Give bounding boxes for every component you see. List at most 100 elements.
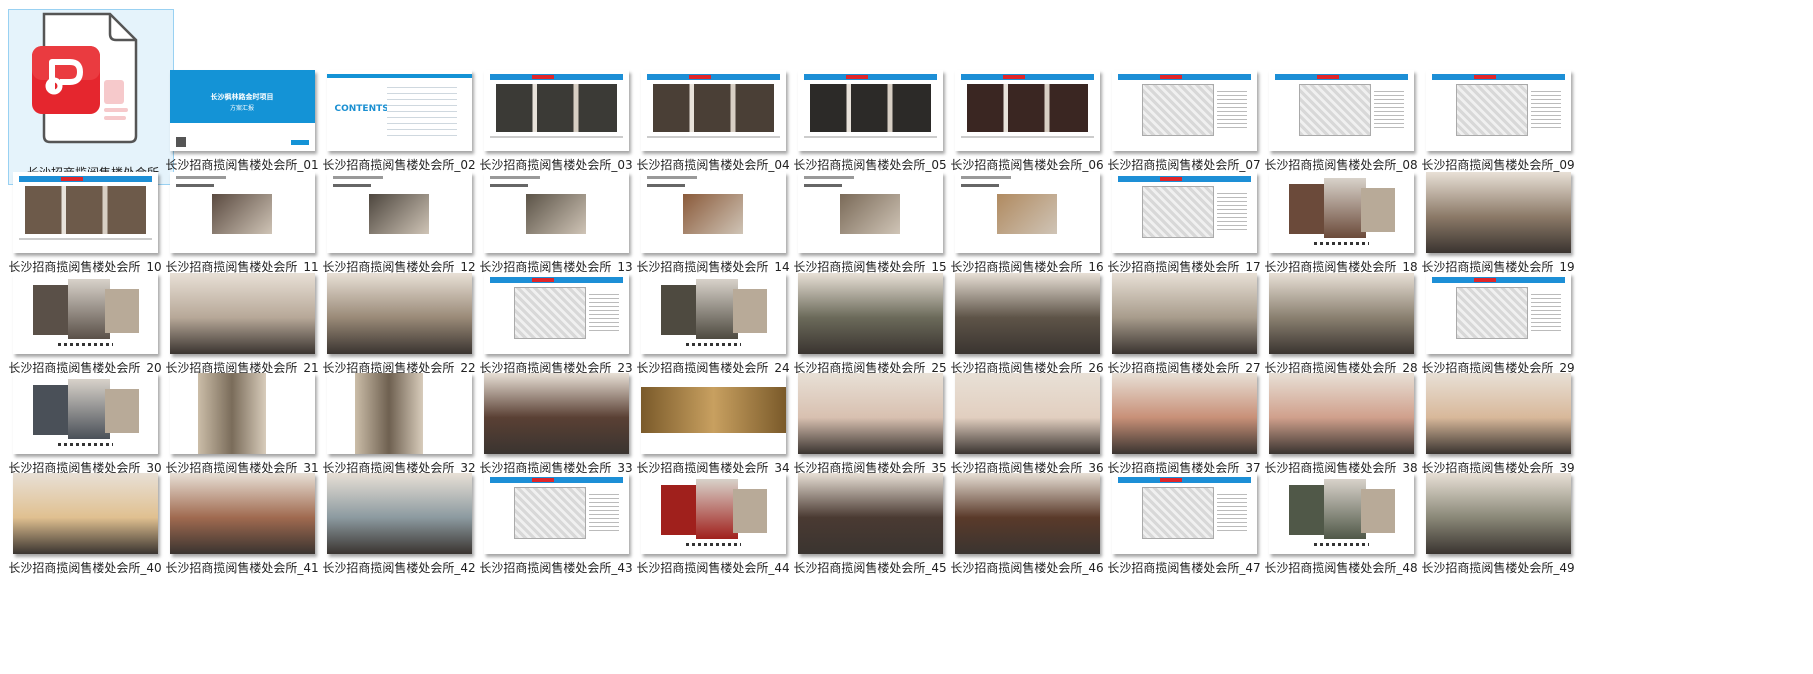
file-thumbnail-item[interactable]: 长沙招商揽阅售楼处会所_26	[949, 259, 1105, 375]
thumbnail-photo	[169, 473, 315, 554]
file-thumbnail-item[interactable]: CONTENTS 长沙招商揽阅售楼处会所_02	[321, 56, 477, 172]
file-thumbnail-item[interactable]: 长沙招商揽阅售楼处会所_40	[7, 459, 163, 575]
file-thumbnail-item[interactable]: 长沙招商揽阅售楼处会所_11	[164, 158, 320, 274]
thumbnail-photo	[652, 84, 774, 132]
file-thumbnail-item[interactable]: 长沙招商揽阅售楼处会所_49	[1420, 459, 1576, 575]
thumbnail-photo	[67, 279, 110, 339]
file-thumbnail-item[interactable]: 长沙招商揽阅售楼处会所_12	[321, 158, 477, 274]
file-name: 长沙招商揽阅售楼处会所_43	[479, 561, 633, 575]
thumbnail-photo	[954, 273, 1100, 354]
thumbnail-photo	[1111, 273, 1257, 354]
file-thumbnail-item[interactable]: 长沙招商揽阅售楼处会所_42	[321, 459, 477, 575]
thumbnail-photo	[695, 279, 738, 339]
thumbnail-photo	[326, 273, 472, 354]
file-thumbnail-item[interactable]: 长沙招商揽阅售楼处会所_32	[321, 359, 477, 475]
thumbnail-header-mark	[1316, 75, 1339, 79]
thumbnail-frame	[478, 56, 634, 151]
file-thumbnail-item[interactable]: 长沙招商揽阅售楼处会所_28	[1263, 259, 1419, 375]
thumbnail-photo	[12, 473, 158, 554]
file-thumbnail-item[interactable]: 长沙招商揽阅售楼处会所_04	[635, 56, 791, 172]
file-thumbnail-item[interactable]: 长沙招商揽阅售楼处会所_44	[635, 459, 791, 575]
thumbnail-header-bar	[1117, 74, 1251, 80]
thumbnail-frame	[321, 459, 477, 554]
thumbnail-photo	[996, 194, 1057, 234]
file-thumbnail-item[interactable]: 长沙招商揽阅售楼处会所_20	[7, 259, 163, 375]
file-thumbnail-item[interactable]: 长沙招商揽阅售楼处会所_16	[949, 158, 1105, 274]
file-thumbnail-item[interactable]: 长沙招商揽阅售楼处会所_36	[949, 359, 1105, 475]
thumbnail-frame	[1420, 56, 1576, 151]
file-thumbnail-item[interactable]: 长沙招商揽阅售楼处会所_05	[792, 56, 948, 172]
file-thumbnail-item[interactable]: 长沙招商揽阅售楼处会所_09	[1420, 56, 1576, 172]
thumbnail-frame	[321, 158, 477, 253]
file-thumbnail-item[interactable]: 长沙招商揽阅售楼处会所_22	[321, 259, 477, 375]
thumbnail-frame	[792, 459, 948, 554]
page-thumbnail-image	[326, 473, 472, 554]
file-thumbnail-item[interactable]: 长沙招商揽阅售楼处会所_06	[949, 56, 1105, 172]
file-thumbnail-item[interactable]: 长沙招商揽阅售楼处会所_38	[1263, 359, 1419, 475]
thumbnail-header-bar	[1431, 74, 1565, 80]
file-thumbnail-item[interactable]: 长沙招商揽阅售楼处会所_15	[792, 158, 948, 274]
thumbnail-header-line	[175, 184, 214, 187]
file-thumbnail-item[interactable]: 长沙招商揽阅售楼处会所_27	[1106, 259, 1262, 375]
file-thumbnail-item[interactable]: 长沙招商揽阅售楼处会所_33	[478, 359, 634, 475]
file-thumbnail-item[interactable]: 长沙招商揽阅售楼处会所_41	[164, 459, 320, 575]
file-thumbnail-item[interactable]: 长沙招商揽阅售楼处会所_18	[1263, 158, 1419, 274]
thumbnail-frame	[1420, 459, 1576, 554]
thumbnail-photo	[732, 289, 767, 333]
thumbnail-frame	[7, 459, 163, 554]
file-name: 长沙招商揽阅售楼处会所_49	[1421, 561, 1575, 575]
file-thumbnail-item[interactable]: 长沙招商揽阅售楼处会所_24	[635, 259, 791, 375]
page-thumbnail-image	[1111, 70, 1257, 151]
page-thumbnail-image	[640, 373, 786, 454]
thumbnail-frame	[478, 359, 634, 454]
thumbnail-photo	[24, 186, 146, 234]
file-thumbnail-item[interactable]: 长沙招商揽阅售楼处会所_10	[7, 158, 163, 274]
file-thumbnail-item[interactable]: 长沙招商揽阅售楼处会所_47	[1106, 459, 1262, 575]
thumbnail-frame: CONTENTS	[321, 56, 477, 151]
page-thumbnail-image	[954, 373, 1100, 454]
page-thumbnail-image	[169, 373, 315, 454]
file-thumbnail-item[interactable]: 长沙招商揽阅售楼处会所_37	[1106, 359, 1262, 475]
thumbnail-header-line	[646, 184, 685, 187]
file-thumbnail-item[interactable]: 长沙招商揽阅售楼处会所_46	[949, 459, 1105, 575]
thumbnail-frame	[1106, 56, 1262, 151]
file-thumbnail-item[interactable]: 长沙招商揽阅售楼处会所_21	[164, 259, 320, 375]
thumbnail-photo	[797, 373, 943, 454]
file-thumbnail-item[interactable]: 长沙招商揽阅售楼处会所_17	[1106, 158, 1262, 274]
file-thumbnail-item[interactable]: 长沙招商揽阅售楼处会所_14	[635, 158, 791, 274]
file-thumbnail-item[interactable]: 长沙招商揽阅售楼处会所_08	[1263, 56, 1419, 172]
file-thumbnail-item[interactable]: 长沙招商揽阅售楼处会所_07	[1106, 56, 1262, 172]
file-thumbnail-item[interactable]: 长沙招商揽阅售楼处会所_43	[478, 459, 634, 575]
file-name: 长沙招商揽阅售楼处会所_45	[793, 561, 947, 575]
file-thumbnail-item[interactable]: 长沙招商揽阅售楼处会所_03	[478, 56, 634, 172]
page-thumbnail-image	[483, 70, 629, 151]
file-thumbnail-item[interactable]: 长沙招商揽阅售楼处会所_29	[1420, 259, 1576, 375]
file-thumbnail-item[interactable]: 长沙招商揽阅售楼处会所_31	[164, 359, 320, 475]
thumbnail-frame	[7, 359, 163, 454]
thumbnail-frame	[1263, 459, 1419, 554]
file-thumbnail-item[interactable]: 长沙招商揽阅售楼处会所_13	[478, 158, 634, 274]
thumbnail-photo	[326, 473, 472, 554]
file-thumbnail-item[interactable]: 长沙枫林路金时项目 方案汇报 长沙招商揽阅售楼处会所_01	[164, 56, 320, 172]
file-thumbnail-item[interactable]: 长沙招商揽阅售楼处会所_30	[7, 359, 163, 475]
page-thumbnail-image	[1268, 172, 1414, 253]
file-thumbnail-item[interactable]: 长沙招商揽阅售楼处会所_34	[635, 359, 791, 475]
thumbnail-frame	[164, 259, 320, 354]
file-thumbnail-item[interactable]: 长沙招商揽阅售楼处会所_48	[1263, 459, 1419, 575]
thumbnail-header-mark	[845, 75, 868, 79]
file-thumbnail-item[interactable]: 长沙招商揽阅售楼处会所_45	[792, 459, 948, 575]
page-thumbnail-image	[483, 273, 629, 354]
thumbnail-photo	[954, 373, 1100, 454]
page-thumbnail-image	[797, 70, 943, 151]
file-thumbnail-item[interactable]: 长沙招商揽阅售楼处会所_35	[792, 359, 948, 475]
thumbnail-frame	[164, 459, 320, 554]
thumbnail-caption	[1313, 543, 1369, 546]
thumbnail-frame: 长沙枫林路金时项目 方案汇报	[164, 56, 320, 151]
thumbnail-frame	[1420, 359, 1576, 454]
file-thumbnail-item[interactable]: 长沙招商揽阅售楼处会所_19	[1420, 158, 1576, 274]
thumbnail-header-bar	[1117, 176, 1251, 182]
file-thumbnail-item[interactable]: 长沙招商揽阅售楼处会所_23	[478, 259, 634, 375]
file-thumbnail-item[interactable]: 长沙招商揽阅售楼处会所_25	[792, 259, 948, 375]
file-thumbnail-item[interactable]: 长沙招商揽阅售楼处会所_39	[1420, 359, 1576, 475]
page-thumbnail-image	[326, 373, 472, 454]
